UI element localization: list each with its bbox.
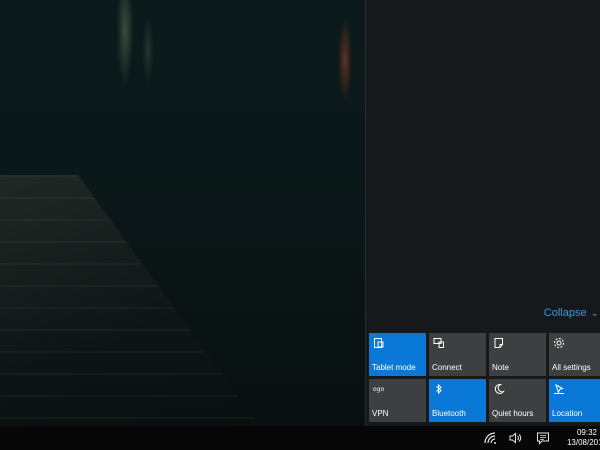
wifi-icon[interactable] (483, 431, 497, 445)
bluetooth-icon (433, 382, 445, 395)
tile-location[interactable]: Location (549, 379, 600, 422)
tile-label: VPN (372, 409, 389, 418)
collapse-button[interactable]: Collapse ⌄ (544, 307, 600, 319)
tile-label: Connect (432, 363, 462, 372)
connect-icon (433, 336, 445, 348)
tile-label: Tablet mode (372, 363, 416, 372)
tile-quiet-hours[interactable]: Quiet hours (489, 379, 546, 422)
collapse-label: Collapse (543, 307, 587, 319)
tile-tablet-mode[interactable]: Tablet mode (369, 333, 426, 376)
volume-icon[interactable] (508, 431, 522, 445)
note-icon (493, 336, 505, 348)
action-center-panel: Collapse ⌄ Tablet mode Connect Note All … (365, 0, 600, 426)
tile-label: All settings (552, 363, 591, 372)
wallpaper-dock-image (0, 175, 260, 426)
clock-date: 13/08/2015 (566, 438, 600, 447)
tile-connect[interactable]: Connect (429, 333, 486, 376)
action-center-icon[interactable] (536, 431, 550, 445)
moon-icon (493, 382, 505, 394)
tile-note[interactable]: Note (489, 333, 546, 376)
tile-vpn[interactable]: ogo VPN (369, 379, 426, 422)
tile-label: Location (552, 409, 583, 418)
tile-label: Note (492, 363, 509, 372)
tile-label: Bluetooth (432, 409, 466, 418)
tile-bluetooth[interactable]: Bluetooth (429, 379, 486, 422)
gear-icon (553, 336, 565, 348)
vpn-icon: ogo (373, 382, 385, 394)
taskbar-clock[interactable]: 09:32 13/08/2015 (562, 428, 600, 448)
tile-label: Quiet hours (492, 409, 534, 418)
taskbar: 09:32 13/08/2015 (0, 426, 600, 450)
tablet-mode-icon (373, 336, 385, 348)
svg-text:ogo: ogo (373, 386, 384, 393)
chevron-down-icon: ⌄ (590, 308, 599, 319)
clock-time: 09:32 (576, 428, 598, 437)
desktop-screen: Collapse ⌄ Tablet mode Connect Note All … (0, 0, 600, 450)
location-icon (553, 382, 565, 395)
tile-all-settings[interactable]: All settings (549, 333, 600, 376)
